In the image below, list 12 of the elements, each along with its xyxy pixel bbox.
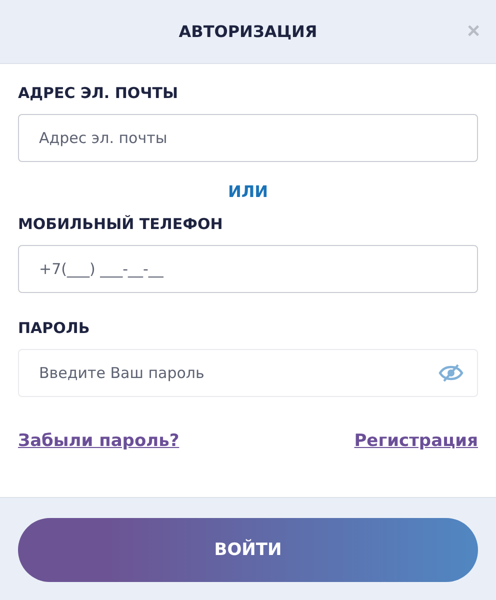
or-separator: ИЛИ <box>228 182 268 201</box>
password-field[interactable]: Введите Ваш пароль <box>18 349 478 397</box>
email-field[interactable]: Адрес эл. почты <box>18 114 478 162</box>
phone-field[interactable]: +7(___) ___-__-__ <box>18 245 478 293</box>
field-label: АДРЕС ЭЛ. ПОЧТЫ <box>18 84 180 102</box>
register-link[interactable]: Регистрация <box>354 431 478 451</box>
dialog-title: АВТОРИЗАЦИЯ <box>178 22 318 41</box>
eye-slash-icon[interactable] <box>438 363 464 383</box>
forgot-password-link[interactable]: Забыли пароль? <box>18 431 180 451</box>
field-label: МОБИЛЬНЫЙ ТЕЛЕФОН <box>18 215 224 233</box>
field-label: ПАРОЛЬ <box>18 319 91 337</box>
login-button[interactable]: ВОЙТИ <box>18 518 478 582</box>
